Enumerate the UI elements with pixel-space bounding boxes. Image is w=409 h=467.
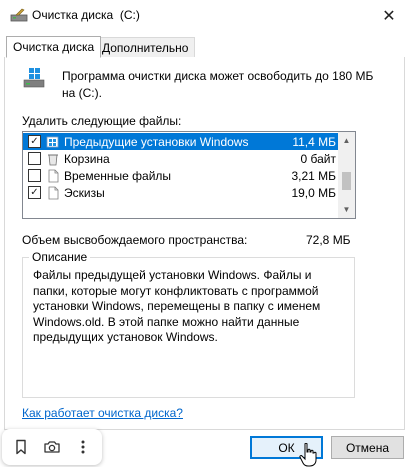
mouse-cursor-icon — [299, 443, 317, 467]
item-size: 11,4 МБ — [292, 134, 336, 149]
more-options-button[interactable] — [70, 434, 96, 460]
item-name: Корзина — [64, 151, 110, 166]
list-scrollbar[interactable]: ▲ ▼ — [338, 132, 355, 218]
windows-update-icon — [46, 136, 59, 147]
cancel-button[interactable]: Отмена — [331, 436, 404, 459]
checkbox-temp-files[interactable] — [28, 169, 41, 182]
list-item-recycle-bin[interactable]: Корзина 0 байт — [23, 150, 340, 167]
item-name: Предыдущие установки Windows — [64, 134, 249, 149]
item-size: 0 байт — [300, 151, 336, 166]
list-item-temp-files[interactable]: Временные файлы 3,21 МБ — [23, 167, 340, 184]
item-name: Эскизы — [64, 185, 105, 200]
files-list[interactable]: ✓ Предыдущие установки Windows 11,4 МБ К… — [22, 131, 356, 219]
scroll-thumb[interactable] — [342, 172, 351, 190]
bookmark-button[interactable] — [8, 434, 34, 460]
help-link[interactable]: Как работает очистка диска? — [22, 406, 183, 420]
close-icon: ✕ — [382, 7, 396, 25]
total-space-label: Объем высвобождаемого пространства: — [22, 233, 248, 247]
drive-icon — [23, 68, 45, 88]
close-button[interactable]: ✕ — [369, 0, 409, 31]
description-title: Описание — [29, 250, 91, 264]
tab-more-options[interactable]: Дополнительно — [95, 37, 196, 58]
description-text: Файлы предыдущей установки Windows. Файл… — [33, 268, 321, 344]
window-title: Очистка диска (C:) — [32, 8, 140, 22]
file-icon — [48, 186, 59, 199]
item-size: 3,21 МБ — [291, 168, 336, 183]
tab-disk-cleanup[interactable]: Очистка диска — [6, 36, 102, 58]
file-icon — [48, 169, 59, 182]
checkbox-recycle-bin[interactable] — [28, 152, 41, 165]
more-vertical-icon — [81, 440, 85, 454]
total-space-value: 72,8 МБ — [306, 233, 351, 247]
floating-toolbar — [2, 429, 102, 465]
scroll-up-arrow-icon[interactable]: ▲ — [338, 132, 355, 149]
scroll-down-arrow-icon[interactable]: ▼ — [338, 201, 355, 218]
checkbox-previous-windows[interactable]: ✓ — [28, 135, 41, 148]
camera-search-icon — [44, 441, 60, 453]
checkbox-thumbnails[interactable]: ✓ — [28, 186, 41, 199]
bookmark-icon — [16, 439, 27, 455]
disk-cleanup-app-icon — [10, 8, 28, 22]
recycle-bin-icon — [48, 154, 58, 165]
screenshot-button[interactable] — [39, 434, 65, 460]
item-name: Временные файлы — [64, 168, 172, 183]
list-item-thumbnails[interactable]: ✓ Эскизы 19,0 МБ — [23, 184, 340, 201]
item-size: 19,0 МБ — [291, 185, 336, 200]
files-to-delete-label: Удалить следующие файлы: — [22, 114, 182, 128]
summary-text: Программа очистки диска может освободить… — [62, 69, 374, 100]
list-item-previous-windows[interactable]: ✓ Предыдущие установки Windows 11,4 МБ — [23, 133, 340, 150]
